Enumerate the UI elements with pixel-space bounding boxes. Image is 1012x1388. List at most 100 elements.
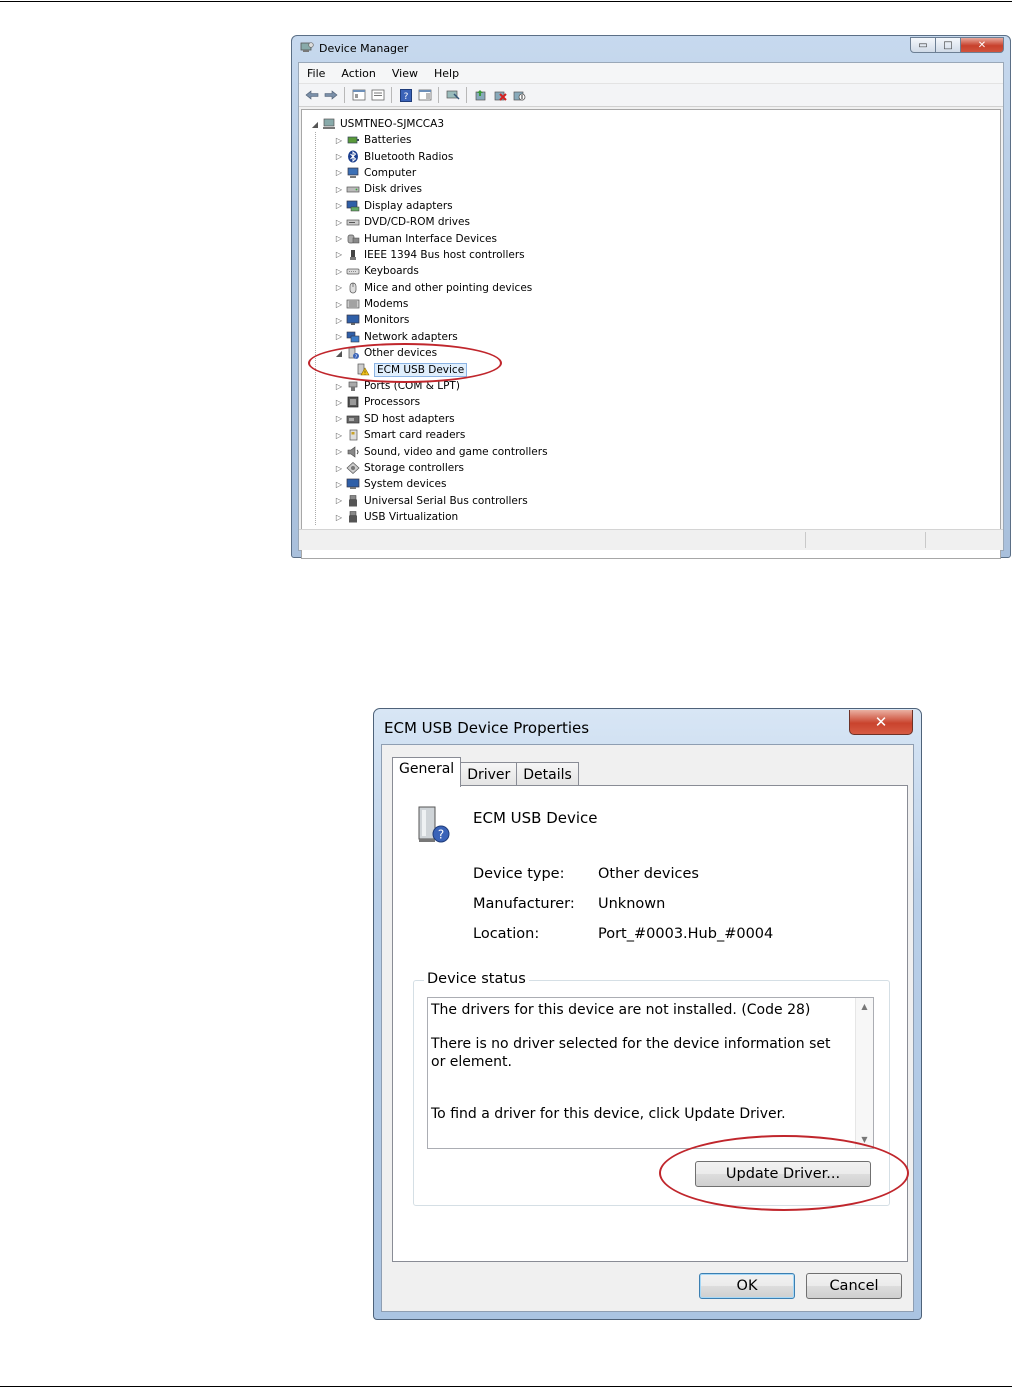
device-status-group: Device status The drivers for this devic…: [413, 971, 909, 1211]
expand-arrow-icon[interactable]: ▷: [334, 464, 344, 473]
tab-driver[interactable]: Driver: [460, 762, 518, 787]
menu-action[interactable]: Action: [333, 67, 383, 80]
dialog-close-button[interactable]: ✕: [849, 710, 913, 735]
maximize-button[interactable]: □: [936, 37, 961, 53]
minimize-button[interactable]: ▭: [910, 37, 936, 53]
device-properties: Device type: Other devices Manufacturer: U…: [473, 866, 773, 956]
tree-item-label: Network adapters: [364, 330, 458, 343]
properties-icon[interactable]: [369, 87, 386, 103]
expand-arrow-icon[interactable]: ▷: [334, 300, 344, 309]
disable-icon[interactable]: [510, 87, 527, 103]
tree-root[interactable]: ◢ USMTNEO-SJMCCA3: [310, 116, 548, 132]
expand-arrow-icon[interactable]: ▷: [334, 267, 344, 276]
tree-item-label: IEEE 1394 Bus host controllers: [364, 248, 525, 261]
expand-arrow-icon[interactable]: ▷: [334, 431, 344, 440]
tree-item-ieee-1394[interactable]: ▷ IEEE 1394 Bus host controllers: [334, 247, 548, 263]
tab-details[interactable]: Details: [516, 762, 579, 787]
expand-arrow-icon[interactable]: ▷: [334, 168, 344, 177]
update-driver-icon[interactable]: [472, 87, 489, 103]
sound-icon: [346, 446, 360, 458]
device-tree-pane[interactable]: ◢ USMTNEO-SJMCCA3 ▷ Batteries ▷ Bluetooth …: [301, 109, 1001, 559]
menu-view[interactable]: View: [384, 67, 426, 80]
expand-arrow-icon[interactable]: ▷: [334, 447, 344, 456]
expand-arrow-icon[interactable]: ▷: [334, 513, 344, 522]
scan-monitor-icon[interactable]: [444, 87, 461, 103]
tree-item-label: Processors: [364, 396, 421, 409]
tree-item-usb-controllers[interactable]: ▷ Universal Serial Bus controllers: [334, 493, 548, 509]
tree-item-label: Keyboards: [364, 265, 419, 278]
tree-item-monitors[interactable]: ▷ Monitors: [334, 312, 548, 328]
expand-arrow-icon[interactable]: ▷: [334, 480, 344, 489]
close-button[interactable]: ✕: [961, 37, 1004, 53]
tree-item-label: Batteries: [364, 134, 412, 147]
device-tree: ◢ USMTNEO-SJMCCA3 ▷ Batteries ▷ Bluetooth …: [310, 116, 548, 526]
bluetooth-icon: [346, 150, 360, 163]
help-icon[interactable]: ?: [397, 87, 414, 103]
tree-item-processors[interactable]: ▷ Processors: [334, 394, 548, 410]
cancel-button[interactable]: Cancel: [806, 1273, 902, 1299]
tree-item-keyboards[interactable]: ▷ Keyboards: [334, 263, 548, 279]
device-status-text: The drivers for this device are not inst…: [431, 1001, 849, 1139]
expand-arrow-icon[interactable]: ▷: [334, 201, 344, 210]
back-arrow-icon[interactable]: [303, 87, 320, 103]
tree-item-label: System devices: [364, 478, 447, 491]
tree-item-system-devices[interactable]: ▷ System devices: [334, 476, 548, 492]
uninstall-icon[interactable]: [491, 87, 508, 103]
storage-icon: [346, 462, 360, 474]
tree-item-usb-virtualization[interactable]: ▷ USB Virtualization: [334, 509, 548, 525]
tree-root-label: USMTNEO-SJMCCA3: [340, 118, 445, 130]
port-icon: [346, 380, 360, 392]
properties-dialog: ECM USB Device Properties ✕ General Driv…: [373, 708, 922, 1320]
tree-item-mice[interactable]: ▷ Mice and other pointing devices: [334, 280, 548, 296]
action-pane-icon[interactable]: [416, 87, 433, 103]
expand-arrow-icon[interactable]: ▷: [334, 136, 344, 145]
tree-item-dvd-cd-rom-drives[interactable]: ▷ DVD/CD-ROM drives: [334, 214, 548, 230]
tree-item-network-adapters[interactable]: ▷ Network adapters: [334, 329, 548, 345]
tree-item-display-adapters[interactable]: ▷ Display adapters: [334, 198, 548, 214]
status-scrollbar[interactable]: ▲ ▼: [855, 998, 873, 1148]
scroll-up-icon[interactable]: ▲: [856, 1002, 873, 1011]
expand-arrow-icon[interactable]: ▷: [334, 234, 344, 243]
expand-arrow-icon[interactable]: ▷: [334, 152, 344, 161]
collapse-arrow-icon[interactable]: ◢: [310, 120, 320, 129]
processor-icon: [346, 396, 360, 408]
expand-arrow-icon[interactable]: ▷: [334, 332, 344, 341]
menu-help[interactable]: Help: [426, 67, 467, 80]
menu-file[interactable]: File: [299, 67, 333, 80]
tree-item-label: Display adapters: [364, 199, 453, 212]
hid-icon: [346, 233, 360, 245]
tree-item-sound-video-game[interactable]: ▷ Sound, video and game controllers: [334, 443, 548, 459]
tree-item-computer[interactable]: ▷ Computer: [334, 165, 548, 181]
expand-arrow-icon[interactable]: ▷: [334, 250, 344, 259]
expand-arrow-icon[interactable]: ▷: [334, 218, 344, 227]
tree-item-label: Smart card readers: [364, 429, 466, 442]
status-divider: [805, 532, 806, 548]
ok-button[interactable]: OK: [699, 1273, 795, 1299]
expand-arrow-icon[interactable]: ▷: [334, 316, 344, 325]
tree-item-batteries[interactable]: ▷ Batteries: [334, 132, 548, 148]
forward-arrow-icon[interactable]: [322, 87, 339, 103]
tree-item-disk-drives[interactable]: ▷ Disk drives: [334, 181, 548, 197]
expand-arrow-icon[interactable]: ▷: [334, 185, 344, 194]
show-hide-tree-icon[interactable]: [350, 87, 367, 103]
manufacturer-value: Unknown: [598, 896, 666, 912]
expand-arrow-icon[interactable]: ▷: [334, 398, 344, 407]
tree-item-modems[interactable]: ▷ Modems: [334, 296, 548, 312]
expand-arrow-icon[interactable]: ▷: [334, 283, 344, 292]
tree-item-human-interface-devices[interactable]: ▷ Human Interface Devices: [334, 230, 548, 246]
tab-general[interactable]: General: [392, 757, 462, 787]
expand-arrow-icon[interactable]: ▷: [334, 496, 344, 505]
tree-item-smart-card-readers[interactable]: ▷ Smart card readers: [334, 427, 548, 443]
expand-arrow-icon[interactable]: ▷: [334, 382, 344, 391]
expand-arrow-icon[interactable]: ▷: [334, 414, 344, 423]
device-status-textbox[interactable]: The drivers for this device are not inst…: [427, 997, 874, 1149]
tree-item-storage-controllers[interactable]: ▷ Storage controllers: [334, 460, 548, 476]
tree-item-bluetooth-radios[interactable]: ▷ Bluetooth Radios: [334, 148, 548, 164]
network-icon: [346, 331, 360, 343]
tree-item-label: Mice and other pointing devices: [364, 281, 533, 294]
device-name: ECM USB Device: [473, 809, 598, 827]
toolbar-separator: [391, 87, 392, 103]
toolbar-separator: [344, 87, 345, 103]
disk-icon: [346, 183, 360, 195]
tree-item-sd-host-adapters[interactable]: ▷ SD host adapters: [334, 411, 548, 427]
